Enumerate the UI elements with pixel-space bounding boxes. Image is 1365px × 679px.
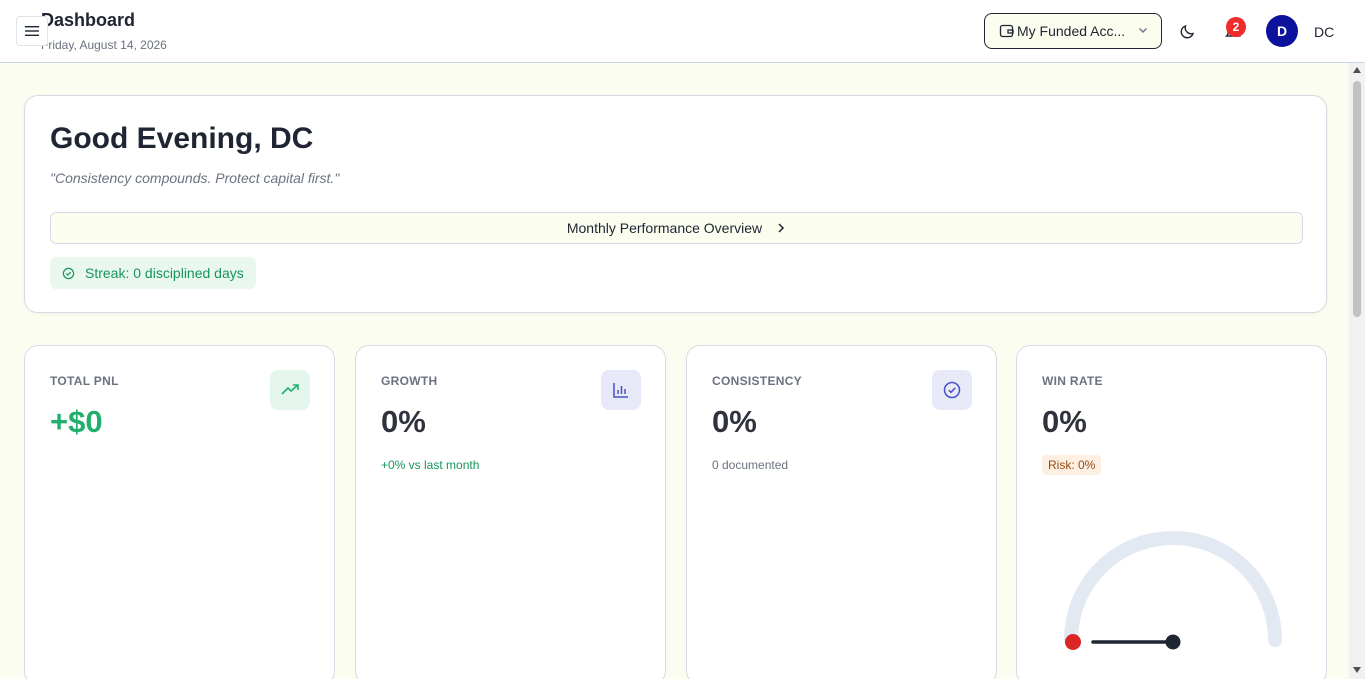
monthly-overview-label: Monthly Performance Overview [566,220,763,236]
monthly-overview-button[interactable]: Monthly Performance Overview [50,212,1303,244]
streak-badge: Streak: 0 disciplined days [50,257,256,289]
scroll-down-arrow[interactable] [1353,667,1361,673]
total-pnl-card: TOTAL PNL +$0 [24,345,335,679]
total-pnl-value: +$0 [50,404,103,439]
avatar[interactable]: D [1266,15,1298,47]
check-circle-icon [62,267,75,279]
scroll-up-arrow[interactable] [1353,67,1361,73]
chevron-down-icon [1139,28,1147,33]
motivational-quote: "Consistency compounds. Protect capital … [50,170,340,186]
consistency-card: CONSISTENCY 0% 0 documented [686,345,997,679]
gauge-track [1064,531,1282,647]
account-label: My Funded Acc... [1017,23,1126,39]
top-bar: Dashboard Friday, August 14, 2026 My Fun… [0,0,1365,63]
scroll-thumb[interactable] [1353,81,1361,317]
chevron-right-icon [778,223,785,233]
win-rate-gauge [1064,531,1282,650]
wallet-icon [999,24,1014,38]
gauge-pivot [1165,634,1181,650]
trending-up-icon [281,384,299,395]
consistency-label: CONSISTENCY [712,374,802,388]
menu-icon [25,26,39,36]
welcome-card: Good Evening, DC "Consistency compounds.… [24,95,1327,313]
check-circle-icon [943,381,961,399]
bar-chart-icon [613,383,628,398]
consistency-documented: 0 documented [712,458,789,472]
notification-badge[interactable]: 2 [1226,17,1246,37]
page-date: Friday, August 14, 2026 [41,38,167,52]
menu-button[interactable] [16,16,48,46]
growth-comparison: +0% vs last month [381,458,480,472]
scrollbar[interactable] [1349,63,1365,679]
risk-badge: Risk: 0% [1042,455,1102,475]
growth-icon-box [601,370,641,410]
account-selector[interactable]: My Funded Acc... [984,13,1162,49]
win-rate-label: WIN RATE [1042,374,1103,388]
consistency-icon-box [932,370,972,410]
growth-card: GROWTH 0% +0% vs last month [355,345,666,679]
total-pnl-icon-box [270,370,310,410]
growth-value: 0% [381,404,426,439]
page-title: Dashboard [41,10,136,30]
greeting: Good Evening, DC [50,122,314,155]
user-initials[interactable]: DC [1314,24,1334,40]
win-rate-card: WIN RATE 0% Risk: 0% [1016,345,1327,679]
gauge-start-dot [1065,634,1081,650]
moon-icon[interactable] [1179,22,1197,40]
total-pnl-label: TOTAL PNL [50,374,119,388]
streak-label: Streak: 0 disciplined days [85,265,244,281]
win-rate-value: 0% [1042,404,1087,439]
growth-label: GROWTH [381,374,438,388]
consistency-value: 0% [712,404,757,439]
